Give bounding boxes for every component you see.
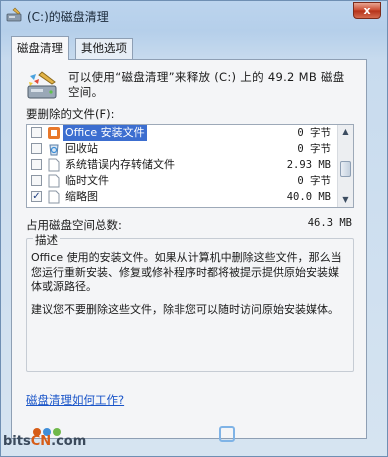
button-edge[interactable] <box>219 426 235 442</box>
site-watermark: bitsCN.com <box>3 426 103 456</box>
intro-text: 可以使用“磁盘清理”来释放 (C:) 上的 49.2 MB 磁盘空间。 <box>68 70 345 99</box>
total-space-value: 46.3 MB <box>307 217 352 229</box>
file-name: 临时文件 <box>65 174 109 187</box>
files-list[interactable]: Office 安装文件 0 字节 回收站 0 字节 系统错误内存转储文件 2.9… <box>26 124 354 208</box>
checkbox[interactable] <box>31 159 42 170</box>
file-size: 0 字节 <box>297 127 331 139</box>
checkbox[interactable] <box>31 127 42 138</box>
tab-disk-cleanup[interactable]: 磁盘清理 <box>11 36 69 60</box>
file-size: 0 字节 <box>297 143 331 155</box>
tab-more-options[interactable]: 其他选项 <box>75 38 133 59</box>
file-size: 2.93 MB <box>286 159 331 171</box>
close-button[interactable]: x <box>353 2 381 19</box>
disk-cleanup-icon <box>27 71 57 99</box>
disk-cleanup-window: (C:)的磁盘清理 x 磁盘清理 其他选项 可以使用“磁盘清理”来释放 (C:)… <box>0 0 388 457</box>
list-item[interactable]: 系统错误内存转储文件 2.93 MB <box>27 157 339 173</box>
blank-file-icon <box>48 190 60 204</box>
blank-file-icon <box>48 158 60 172</box>
file-size: 40.0 MB <box>286 191 331 203</box>
list-item[interactable]: Office 安装文件 0 字节 <box>27 125 339 141</box>
window-title: (C:)的磁盘清理 <box>27 10 109 24</box>
scroll-thumb[interactable] <box>340 161 351 177</box>
description-group: 描述 Office 使用的安装文件。如果从计算机中删除这些文件，那么当您运行重新… <box>26 232 354 372</box>
file-name: Office 安装文件 <box>63 125 147 141</box>
checkbox[interactable] <box>31 143 42 154</box>
total-space-label: 占用磁盘空间总数: <box>26 218 122 232</box>
list-scrollbar[interactable]: ▲ ▼ <box>337 125 353 207</box>
recycle-bin-icon <box>49 144 59 156</box>
file-name: 缩略图 <box>65 190 98 203</box>
title-bar[interactable]: (C:)的磁盘清理 x <box>1 1 387 31</box>
description-paragraph: Office 使用的安装文件。如果从计算机中删除这些文件，那么当您运行重新安装、… <box>31 251 342 293</box>
description-title: 描述 <box>33 232 60 248</box>
disk-cleanup-icon <box>6 7 22 22</box>
how-disk-cleanup-works-link[interactable]: 磁盘清理如何工作? <box>26 392 124 408</box>
list-item[interactable]: 临时文件 0 字节 <box>27 173 339 189</box>
watermark-text: bitsCN.com <box>3 434 87 449</box>
file-size: 0 字节 <box>297 175 331 187</box>
list-item[interactable]: ✓ 缩略图 40.0 MB <box>27 189 339 205</box>
scroll-down-icon[interactable]: ▼ <box>339 193 352 207</box>
files-to-delete-label: 要删除的文件(F): <box>26 107 115 121</box>
office-install-icon <box>48 127 60 139</box>
tab-panel: 可以使用“磁盘清理”来释放 (C:) 上的 49.2 MB 磁盘空间。 要删除的… <box>11 59 367 442</box>
file-name: 系统错误内存转储文件 <box>65 158 175 171</box>
file-name: 回收站 <box>65 142 98 155</box>
list-item[interactable]: 回收站 0 字节 <box>27 141 339 157</box>
checkbox-checked[interactable]: ✓ <box>31 191 42 202</box>
scroll-up-icon[interactable]: ▲ <box>339 125 352 139</box>
blank-file-icon <box>48 174 60 188</box>
checkbox[interactable] <box>31 175 42 186</box>
description-paragraph: 建议您不要删除这些文件，除非您可以随时访问原始安装媒体。 <box>31 303 339 316</box>
